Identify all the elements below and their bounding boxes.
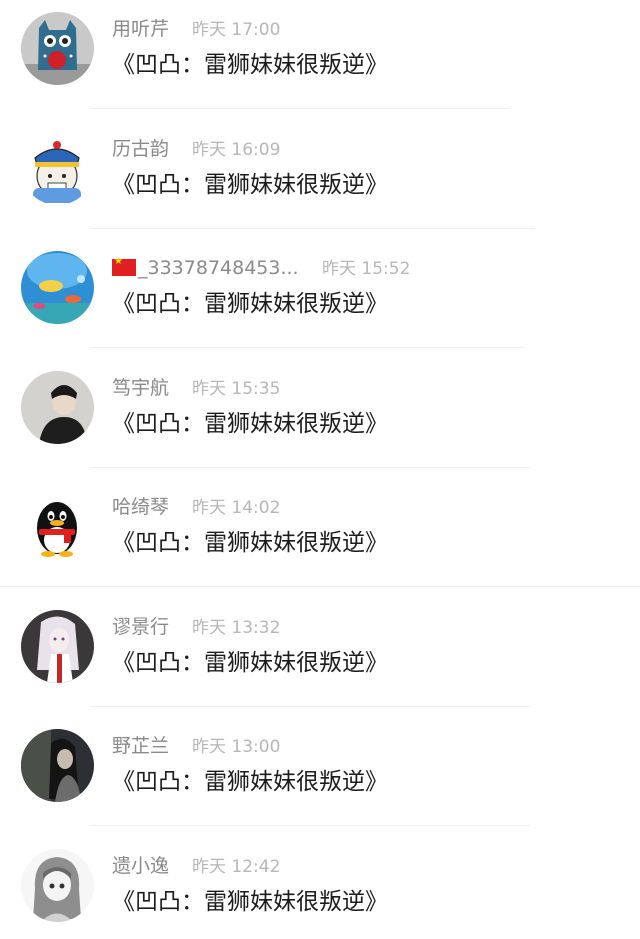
comment-time: 昨天 17:00	[192, 20, 281, 40]
commenter-name[interactable]: 遗小逸	[112, 854, 169, 878]
comment-item[interactable]: 哈绮琴 昨天 14:02 《凹凸：雷狮妹妹很叛逆》	[0, 478, 640, 598]
comment-time: 昨天 12:42	[192, 856, 281, 877]
divider	[90, 466, 530, 468]
commenter-name-row[interactable]: _33378748453...	[112, 256, 297, 280]
commenter-name[interactable]: 哈绮琴	[112, 495, 169, 519]
divider	[0, 586, 640, 587]
comment-list: 用听芹 昨天 17:00 《凹凸：雷狮妹妹很叛逆》 历古韵 昨天 16:09 《…	[0, 0, 640, 939]
comment-message: 《凹凸：雷狮妹妹很叛逆》	[112, 410, 388, 437]
comment-message: 《凹凸：雷狮妹妹很叛逆》	[112, 530, 388, 556]
commenter-name[interactable]: 用听芹	[112, 17, 169, 41]
comment-time: 昨天 13:32	[192, 617, 281, 638]
comment-time: 昨天 13:00	[192, 737, 281, 757]
comment-time: 昨天 15:52	[322, 259, 411, 279]
divider	[90, 108, 510, 109]
comment-item[interactable]: 野芷兰 昨天 13:00 《凹凸：雷狮妹妹很叛逆》	[0, 717, 640, 837]
divider	[90, 825, 530, 826]
china-flag-icon	[112, 256, 136, 276]
comment-time: 昨天 16:09	[192, 139, 281, 160]
comment-time: 昨天 14:02	[192, 498, 281, 518]
sketch-anime-girl-avatar-icon[interactable]	[21, 848, 94, 922]
dark-portrait-avatar-icon[interactable]	[21, 729, 94, 802]
ocean-scene-avatar-icon[interactable]	[21, 251, 94, 324]
comment-message: 《凹凸：雷狮妹妹很叛逆》	[112, 291, 388, 317]
comment-item[interactable]: 谬景行 昨天 13:32 《凹凸：雷狮妹妹很叛逆》	[0, 598, 640, 718]
comment-item[interactable]: 遗小逸 昨天 12:42 《凹凸：雷狮妹妹很叛逆》	[0, 837, 640, 939]
comment-time: 昨天 15:35	[192, 378, 281, 399]
commenter-name[interactable]: _33378748453...	[138, 257, 297, 279]
commenter-name[interactable]: 野芷兰	[112, 734, 169, 758]
plush-doll-avatar-icon[interactable]	[21, 12, 94, 85]
commenter-name[interactable]: 历古韵	[112, 137, 169, 161]
comment-item[interactable]: 历古韵 昨天 16:09 《凹凸：雷狮妹妹很叛逆》	[0, 120, 640, 240]
comment-message: 《凹凸：雷狮妹妹很叛逆》	[112, 769, 388, 795]
young-man-photo-avatar-icon[interactable]	[21, 370, 94, 444]
comment-message: 《凹凸：雷狮妹妹很叛逆》	[112, 649, 388, 676]
comment-message: 《凹凸：雷狮妹妹很叛逆》	[112, 888, 388, 915]
comment-message: 《凹凸：雷狮妹妹很叛逆》	[112, 52, 388, 78]
comment-item[interactable]: 用听芹 昨天 17:00 《凹凸：雷狮妹妹很叛逆》	[0, 0, 640, 120]
anime-girl-avatar-icon[interactable]	[21, 609, 94, 683]
divider	[90, 347, 525, 348]
commenter-name[interactable]: 谬景行	[112, 615, 169, 639]
comment-item[interactable]: 笃宇航 昨天 15:35 《凹凸：雷狮妹妹很叛逆》	[0, 359, 640, 479]
commenter-name[interactable]: 笃宇航	[112, 376, 169, 400]
cartoon-qing-official-avatar-icon[interactable]	[21, 131, 94, 205]
comment-message: 《凹凸：雷狮妹妹很叛逆》	[112, 171, 388, 198]
comment-item[interactable]: _33378748453... 昨天 15:52 《凹凸：雷狮妹妹很叛逆》	[0, 239, 640, 359]
divider	[90, 705, 530, 707]
divider	[90, 227, 535, 229]
qq-penguin-avatar-icon[interactable]	[21, 490, 94, 563]
